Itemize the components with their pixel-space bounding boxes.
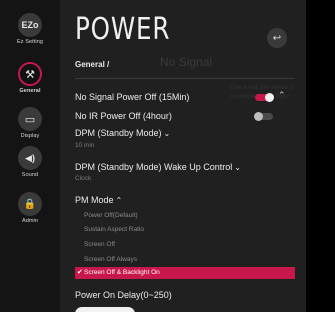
pm-mode-label: PM Mode bbox=[75, 195, 114, 205]
ez-setting-icon: EZo bbox=[18, 13, 42, 37]
sidebar-item-label: Sound bbox=[21, 172, 39, 178]
scroll-up-icon[interactable]: ⌃ bbox=[278, 90, 286, 101]
toggle-knob bbox=[265, 93, 274, 102]
checkmark-icon: ✔ bbox=[77, 269, 83, 276]
no-signal-power-off-label[interactable]: No Signal Power Off (15Min) bbox=[75, 92, 189, 102]
power-on-delay-label: Power On Delay(0~250) bbox=[75, 290, 172, 300]
dpm-label: DPM (Standby Mode) bbox=[75, 128, 162, 138]
sidebar-item-admin[interactable]: 🔒 Admin bbox=[0, 192, 60, 224]
general-wrench-icon: ⚒ bbox=[18, 62, 42, 86]
breadcrumb: General / bbox=[75, 60, 110, 69]
pm-mode-option[interactable]: Screen Off Always bbox=[84, 256, 137, 263]
back-arrow-icon: ↩ bbox=[272, 32, 282, 44]
right-edge-background bbox=[306, 0, 335, 312]
sidebar-item-label: Admin bbox=[21, 218, 39, 224]
back-button[interactable]: ↩ bbox=[267, 28, 287, 48]
sidebar-item-ez-setting[interactable]: EZo Ez Setting bbox=[0, 13, 60, 45]
dpm-wakeup-value: Clock bbox=[75, 175, 92, 182]
display-monitor-icon: ▭ bbox=[18, 107, 42, 131]
sound-speaker-icon: ◀) bbox=[18, 146, 42, 170]
chevron-down-icon: ⌄ bbox=[163, 129, 171, 138]
sidebar-nav: EZo Ez Setting ⚒ General ▭ Display ◀) So… bbox=[0, 0, 60, 312]
power-on-delay-input[interactable] bbox=[75, 307, 135, 312]
dpm-value: 10 min bbox=[75, 142, 95, 149]
pm-mode-dropdown[interactable]: PM Mode ⌃ bbox=[75, 195, 122, 205]
pm-mode-option[interactable]: Screen Off bbox=[84, 241, 115, 248]
admin-lock-icon: 🔒 bbox=[18, 192, 42, 216]
header-divider bbox=[75, 78, 295, 79]
sidebar-item-label: Ez Setting bbox=[16, 39, 44, 45]
pm-mode-selected-label: Screen Off & Backlight On bbox=[84, 269, 160, 276]
sidebar-item-label: General bbox=[19, 88, 41, 94]
chevron-up-icon: ⌃ bbox=[115, 196, 123, 205]
sidebar-item-label: Display bbox=[20, 133, 40, 139]
no-signal-power-off-toggle[interactable] bbox=[255, 93, 274, 102]
no-ir-power-off-label[interactable]: No IR Power Off (4hour) bbox=[75, 111, 172, 121]
sidebar-item-display[interactable]: ▭ Display bbox=[0, 107, 60, 139]
dpm-dropdown[interactable]: DPM (Standby Mode) ⌄ bbox=[75, 128, 170, 138]
sidebar-item-sound[interactable]: ◀) Sound bbox=[0, 146, 60, 178]
pm-mode-option[interactable]: Power Off(Default) bbox=[84, 212, 138, 219]
pm-mode-option[interactable]: Sustain Aspect Ratio bbox=[84, 226, 144, 233]
sidebar-item-general[interactable]: ⚒ General bbox=[0, 62, 60, 94]
no-ir-power-off-toggle[interactable] bbox=[254, 112, 273, 121]
pm-mode-option-selected[interactable]: ✔ Screen Off & Backlight On bbox=[75, 267, 295, 279]
dpm-wakeup-label: DPM (Standby Mode) Wake Up Control bbox=[75, 162, 233, 172]
dpm-wakeup-dropdown[interactable]: DPM (Standby Mode) Wake Up Control ⌄ bbox=[75, 162, 241, 172]
page-title: POWER bbox=[75, 12, 171, 47]
background-no-signal-text: No Signal bbox=[160, 55, 213, 69]
chevron-down-icon: ⌄ bbox=[234, 163, 241, 172]
settings-panel: No Signal Check that the device is conne… bbox=[60, 0, 306, 312]
toggle-knob bbox=[254, 112, 263, 121]
